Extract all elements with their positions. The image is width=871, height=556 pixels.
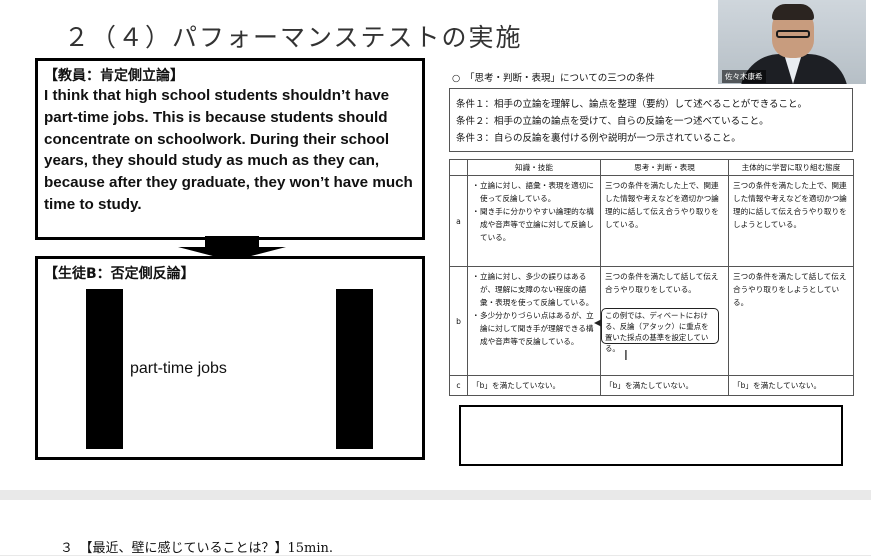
rubric-bullet: 聞き手に分かりやすい論理的な構成や音声等で立論に対して反論している。: [472, 205, 596, 244]
teacher-box-heading: 【教員：肯定側立論】: [44, 68, 184, 84]
rubric-row: c 「b」を満たしていない。 「b」を満たしていない。 「b」を満たしていない。: [449, 375, 854, 396]
person-hair: [772, 4, 814, 20]
conditions-title: ○ 「思考・判断・表現」についての三つの条件: [452, 73, 655, 84]
rubric-cell: 「b」を満たしていない。: [728, 375, 854, 396]
student-box-content: part-time jobs: [130, 360, 227, 377]
rubric-cell: 三つの条件を満たして話して伝え合うやり取りをしようとしている。: [728, 266, 854, 376]
rubric-cell: 立論に対し、語彙・表現を適切に使って反論している。 聞き手に分かりやすい論理的な…: [467, 175, 601, 267]
rubric-cell: 「b」を満たしていない。: [600, 375, 729, 396]
rubric-cell: 三つの条件を満たした上で、関連した情報や考えなどを適切かつ論理的に話して伝え合う…: [728, 175, 854, 267]
student-rebuttal-box: 【生徒B：否定側反論】 part-time jobs: [35, 256, 425, 460]
next-slide: ３ 【最近、壁に感じていることは？】15min.: [0, 500, 871, 556]
rubric-table: 知識・技能 思考・判断・表現 主体的に学習に取り組む態度 a 立論に対し、語彙・…: [449, 159, 854, 396]
teacher-argument-box: 【教員：肯定側立論】 I think that high school stud…: [35, 58, 425, 240]
condition-item: 条件２：相手の立論の論点を受けて、自らの反論を一つ述べていること。: [456, 116, 769, 127]
rubric-bullet: 立論に対し、多少の誤りはあるが、理解に支障のない程度の語彙・表現を使って反論して…: [472, 270, 596, 309]
rubric-level: b: [449, 266, 468, 376]
rubric-header-row: 知識・技能 思考・判断・表現 主体的に学習に取り組む態度: [449, 159, 854, 176]
condition-item: 条件３：自らの反論を裏付ける例や説明が一つ示されていること。: [456, 133, 741, 144]
rubric-cell: 三つの条件を満たした上で、関連した情報や考えなどを適切かつ論理的に話して伝え合う…: [600, 175, 729, 267]
student-box-heading: 【生徒B：否定側反論】: [44, 266, 195, 282]
participant-name: 佐々木康希: [722, 70, 766, 83]
conditions-box: 条件１：相手の立論を理解し、論点を整理（要約）して述べることができること。 条件…: [449, 88, 853, 152]
rubric-header-cell: 思考・判断・表現: [600, 159, 729, 176]
teacher-argument-text: I think that high school students should…: [44, 87, 413, 213]
rubric-header-cell: [449, 159, 468, 176]
speaker-bar-left: [86, 289, 123, 449]
rubric-header-cell: 知識・技能: [467, 159, 601, 176]
rubric-bullet: 多少分かりづらい点はあるが、立論に対して聞き手が理解できる構成や音声等で反論して…: [472, 309, 596, 348]
rubric-cell: 「b」を満たしていない。: [467, 375, 601, 396]
empty-answer-box: [459, 405, 843, 466]
rubric-header-cell: 主体的に学習に取り組む態度: [728, 159, 854, 176]
slide-title: ２（４）パフォーマンステストの実施: [64, 23, 523, 52]
rubric-level: a: [449, 175, 468, 267]
glasses-icon: [776, 30, 810, 38]
rubric-callout: この例では、ディベートにおける、反論（アタック）に重点を置いた採点の基準を設定し…: [594, 308, 719, 353]
webcam-video[interactable]: 佐々木康希: [718, 0, 866, 84]
rubric-cell: 立論に対し、多少の誤りはあるが、理解に支障のない程度の語彙・表現を使って反論して…: [467, 266, 601, 376]
speaker-bar-right: [336, 289, 373, 449]
next-slide-title: ３ 【最近、壁に感じていることは？】15min.: [60, 541, 334, 556]
rubric-level: c: [449, 375, 468, 396]
condition-item: 条件１：相手の立論を理解し、論点を整理（要約）して述べることができること。: [456, 99, 808, 110]
rubric-bullet: 立論に対し、語彙・表現を適切に使って反論している。: [472, 179, 596, 205]
text-cursor-icon: I: [624, 349, 628, 364]
rubric-row: a 立論に対し、語彙・表現を適切に使って反論している。 聞き手に分かりやすい論理…: [449, 175, 854, 267]
